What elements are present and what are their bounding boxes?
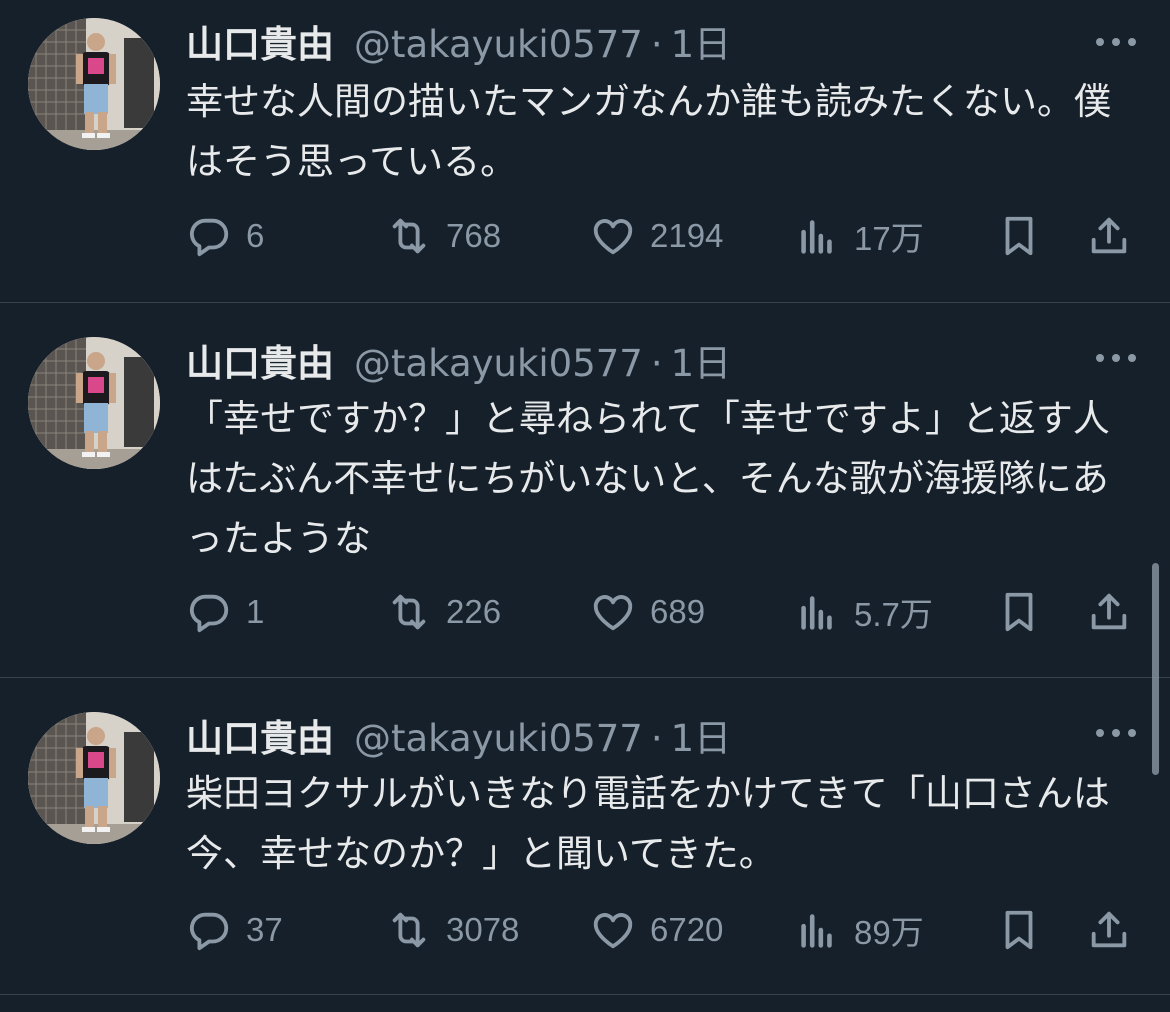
share-button[interactable] [1086,208,1132,264]
like-button[interactable]: 6720 [590,902,723,958]
separator-dot: · [650,717,663,760]
views-icon [801,596,832,630]
share-button[interactable] [1086,584,1132,640]
avatar-image [28,18,160,150]
views-count: 5.7万 [854,596,933,633]
views-button[interactable]: 5.7万 [794,584,933,640]
tweet[interactable]: 山口貴由 @takayuki0577 · 1日 柴田ヨクサルがいきなり電話をかけ… [0,678,1170,994]
share-button[interactable] [1086,902,1132,958]
retweet-count: 3078 [446,911,520,948]
retweet-icon [392,594,426,630]
action-bar: 6 768 2194 17万 [186,208,1146,264]
timestamp[interactable]: 1日 [671,708,732,762]
avatar-image [28,337,160,469]
retweet-button[interactable]: 768 [386,208,501,264]
bookmark-icon [1005,216,1033,256]
tweet-text: 「幸せですか？」と尋ねられて「幸せですよ」と返す人はたぶん不幸せにちがいないと、… [186,397,1110,560]
bookmark-button[interactable] [996,208,1042,264]
views-icon [801,914,832,948]
views-button[interactable]: 17万 [794,208,924,264]
separator-dot: · [650,342,663,385]
divider [0,994,1170,995]
share-icon [1091,593,1127,630]
bookmark-button[interactable] [996,584,1042,640]
reply-count: 1 [246,593,265,630]
reply-count: 37 [246,911,283,948]
share-icon [1091,911,1127,948]
retweet-icon [392,912,426,948]
bookmark-icon [1005,592,1033,632]
tweet-header: 山口貴由 @takayuki0577 · 1日 [186,333,731,385]
avatar[interactable] [28,337,160,469]
tweet[interactable]: 山口貴由 @takayuki0577 · 1日 幸せな人間の描いたマンガなんか誰… [0,0,1170,302]
reply-icon [189,912,229,951]
retweet-icon [392,218,426,254]
more-icon[interactable] [1094,348,1138,368]
like-button[interactable]: 2194 [590,208,723,264]
like-icon [593,219,633,255]
scrollbar[interactable] [1152,563,1159,775]
retweet-count: 768 [446,217,502,254]
views-icon [801,220,832,254]
reply-count: 6 [246,217,265,254]
bookmark-icon [1005,910,1033,950]
display-name[interactable]: 山口貴由 [186,14,334,68]
avatar-image [28,712,160,844]
tweet[interactable]: 山口貴由 @takayuki0577 · 1日 「幸せですか？」と尋ねられて「幸… [0,303,1170,677]
reply-icon [189,594,229,633]
retweet-button[interactable]: 3078 [386,902,519,958]
user-handle[interactable]: @takayuki0577 [354,23,643,66]
tweet-header: 山口貴由 @takayuki0577 · 1日 [186,14,731,66]
views-count: 89万 [854,914,924,951]
views-count: 17万 [854,220,924,257]
user-handle[interactable]: @takayuki0577 [354,342,643,385]
tweet-feed: 山口貴由 @takayuki0577 · 1日 幸せな人間の描いたマンガなんか誰… [0,0,1170,1012]
separator-dot: · [650,23,663,66]
like-count: 2194 [650,217,724,254]
more-icon[interactable] [1094,723,1138,743]
tweet-text: 柴田ヨクサルがいきなり電話をかけてきて「山口さんは今、幸せなのか？」と聞いてきた… [186,772,1110,875]
display-name[interactable]: 山口貴由 [186,708,334,762]
like-icon [593,913,633,949]
share-icon [1091,217,1127,254]
like-icon [593,595,633,631]
avatar[interactable] [28,18,160,150]
like-button[interactable]: 689 [590,584,705,640]
tweet-text: 幸せな人間の描いたマンガなんか誰も読みたくない。僕はそう思っている。 [186,80,1111,183]
tweet-header: 山口貴由 @takayuki0577 · 1日 [186,708,731,760]
action-bar: 37 3078 6720 89万 [186,902,1146,958]
retweet-button[interactable]: 226 [386,584,501,640]
display-name[interactable]: 山口貴由 [186,333,334,387]
like-count: 6720 [650,911,724,948]
timestamp[interactable]: 1日 [671,333,732,387]
reply-button[interactable]: 37 [186,902,283,958]
bookmark-button[interactable] [996,902,1042,958]
views-button[interactable]: 89万 [794,902,924,958]
retweet-count: 226 [446,593,502,630]
timestamp[interactable]: 1日 [671,14,732,68]
like-count: 689 [650,593,706,630]
avatar[interactable] [28,712,160,844]
action-bar: 1 226 689 5.7万 [186,584,1146,640]
reply-icon [189,218,229,257]
more-icon[interactable] [1094,32,1138,52]
reply-button[interactable]: 6 [186,208,264,264]
user-handle[interactable]: @takayuki0577 [354,717,643,760]
reply-button[interactable]: 1 [186,584,264,640]
